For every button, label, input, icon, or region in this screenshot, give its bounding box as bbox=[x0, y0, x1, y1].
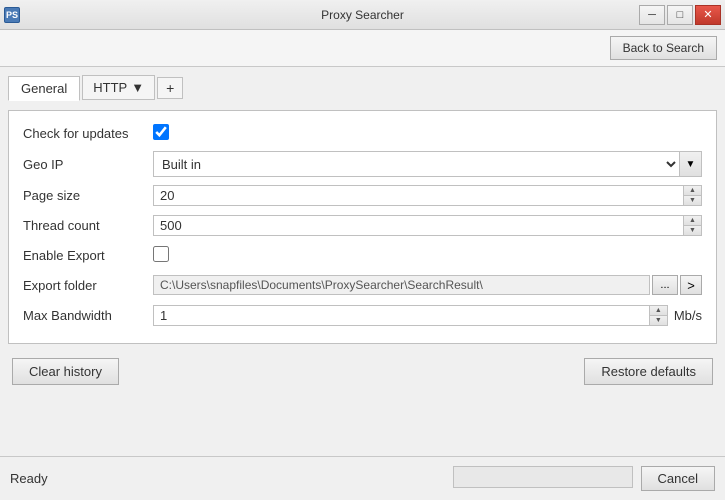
max-bandwidth-down-btn[interactable]: ▼ bbox=[650, 316, 667, 325]
settings-form: Check for updates Geo IP Built in ▼ Page… bbox=[8, 110, 717, 344]
page-size-row: Page size ▲ ▼ bbox=[23, 183, 702, 207]
bandwidth-row: ▲ ▼ Mb/s bbox=[153, 305, 702, 326]
bandwidth-unit: Mb/s bbox=[674, 308, 702, 323]
export-folder-input[interactable] bbox=[153, 275, 650, 295]
export-folder-row: Export folder ... > bbox=[23, 273, 702, 297]
page-size-input[interactable] bbox=[154, 186, 683, 205]
check-updates-control bbox=[153, 124, 702, 143]
status-right: Cancel bbox=[453, 466, 715, 491]
back-to-search-button[interactable]: Back to Search bbox=[610, 36, 717, 60]
thread-count-row: Thread count ▲ ▼ bbox=[23, 213, 702, 237]
max-bandwidth-label: Max Bandwidth bbox=[23, 308, 153, 323]
check-updates-row: Check for updates bbox=[23, 121, 702, 145]
enable-export-checkbox[interactable] bbox=[153, 246, 169, 262]
browse-folder-button[interactable]: ... bbox=[652, 275, 678, 295]
thread-count-up-btn[interactable]: ▲ bbox=[684, 216, 701, 226]
page-size-control: ▲ ▼ bbox=[153, 185, 702, 206]
geo-ip-label: Geo IP bbox=[23, 157, 153, 172]
export-folder-label: Export folder bbox=[23, 278, 153, 293]
maximize-button[interactable]: □ bbox=[667, 5, 693, 25]
thread-count-label: Thread count bbox=[23, 218, 153, 233]
geo-ip-select-wrapper: Built in ▼ bbox=[153, 151, 702, 177]
geo-ip-select[interactable]: Built in bbox=[154, 154, 679, 175]
check-updates-label: Check for updates bbox=[23, 126, 153, 141]
page-size-spinner: ▲ ▼ bbox=[153, 185, 702, 206]
enable-export-control bbox=[153, 246, 702, 265]
max-bandwidth-spinner-btns: ▲ ▼ bbox=[649, 306, 667, 325]
status-text: Ready bbox=[10, 471, 48, 486]
thread-count-spinner-btns: ▲ ▼ bbox=[683, 216, 701, 235]
export-folder-row-inner: ... > bbox=[153, 275, 702, 295]
close-button[interactable]: ✕ bbox=[695, 5, 721, 25]
clear-history-button[interactable]: Clear history bbox=[12, 358, 119, 385]
enable-export-row: Enable Export bbox=[23, 243, 702, 267]
main-content: General HTTP ▼ + Check for updates Geo I… bbox=[0, 67, 725, 455]
chevron-down-icon: ▼ bbox=[131, 80, 144, 95]
geo-ip-dropdown-btn[interactable]: ▼ bbox=[679, 152, 701, 176]
tab-http[interactable]: HTTP ▼ bbox=[82, 75, 155, 100]
max-bandwidth-input[interactable] bbox=[154, 306, 649, 325]
max-bandwidth-up-btn[interactable]: ▲ bbox=[650, 306, 667, 316]
toolbar: Back to Search bbox=[0, 30, 725, 67]
page-size-spinner-btns: ▲ ▼ bbox=[683, 186, 701, 205]
window-title: Proxy Searcher bbox=[321, 8, 404, 22]
tab-add-button[interactable]: + bbox=[157, 77, 183, 99]
max-bandwidth-control: ▲ ▼ Mb/s bbox=[153, 305, 702, 326]
thread-count-spinner: ▲ ▼ bbox=[153, 215, 702, 236]
export-folder-control: ... > bbox=[153, 275, 702, 295]
page-size-label: Page size bbox=[23, 188, 153, 203]
geo-ip-control: Built in ▼ bbox=[153, 151, 702, 177]
check-updates-checkbox[interactable] bbox=[153, 124, 169, 140]
go-folder-button[interactable]: > bbox=[680, 275, 702, 295]
app-icon: PS bbox=[4, 7, 20, 23]
page-size-up-btn[interactable]: ▲ bbox=[684, 186, 701, 196]
cancel-button[interactable]: Cancel bbox=[641, 466, 715, 491]
tab-general[interactable]: General bbox=[8, 76, 80, 101]
window-controls: ─ □ ✕ bbox=[639, 5, 721, 25]
tab-bar: General HTTP ▼ + bbox=[8, 75, 717, 100]
progress-bar bbox=[453, 466, 633, 488]
thread-count-input[interactable] bbox=[154, 216, 683, 235]
geo-ip-row: Geo IP Built in ▼ bbox=[23, 151, 702, 177]
thread-count-down-btn[interactable]: ▼ bbox=[684, 226, 701, 235]
status-bar: Ready Cancel bbox=[0, 456, 725, 500]
restore-defaults-button[interactable]: Restore defaults bbox=[584, 358, 713, 385]
thread-count-control: ▲ ▼ bbox=[153, 215, 702, 236]
footer-buttons: Clear history Restore defaults bbox=[8, 358, 717, 385]
title-bar: PS Proxy Searcher ─ □ ✕ bbox=[0, 0, 725, 30]
page-size-down-btn[interactable]: ▼ bbox=[684, 196, 701, 205]
title-bar-left: PS bbox=[4, 7, 20, 23]
enable-export-label: Enable Export bbox=[23, 248, 153, 263]
max-bandwidth-spinner: ▲ ▼ bbox=[153, 305, 668, 326]
minimize-button[interactable]: ─ bbox=[639, 5, 665, 25]
max-bandwidth-row: Max Bandwidth ▲ ▼ Mb/s bbox=[23, 303, 702, 327]
